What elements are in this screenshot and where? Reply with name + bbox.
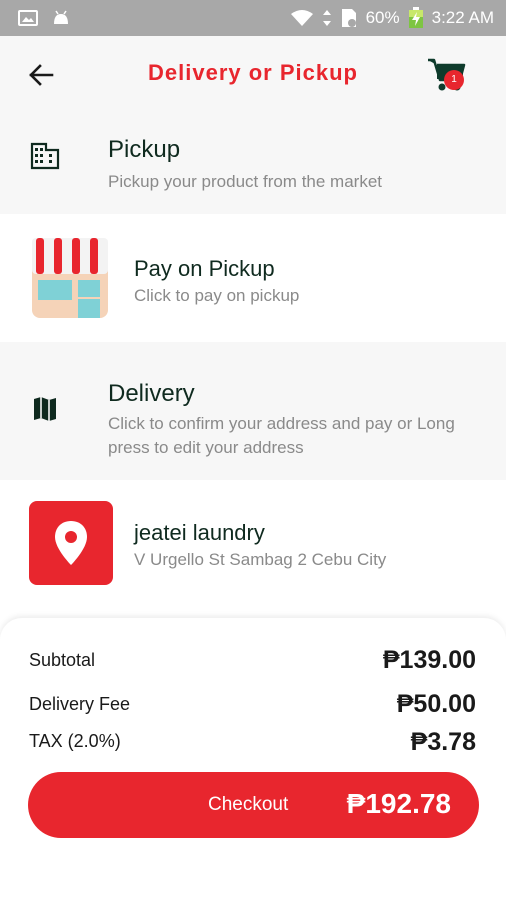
wifi-icon bbox=[290, 10, 313, 26]
delivery-address-option[interactable]: jeatei laundry V Urgello St Sambag 2 Ceb… bbox=[0, 480, 506, 606]
delivery-fee-label: Delivery Fee bbox=[29, 694, 131, 714]
delivery-subtitle: Click to confirm your address and pay or… bbox=[108, 414, 455, 457]
pickup-section: Pickup Pickup your product from the mark… bbox=[0, 116, 506, 214]
pay-on-pickup-title: Pay on Pickup bbox=[134, 256, 275, 281]
building-icon bbox=[30, 142, 60, 170]
cart-badge: 1 bbox=[444, 70, 464, 90]
battery-percent: 60% bbox=[365, 8, 400, 27]
location-pin-icon bbox=[55, 521, 87, 565]
checkout-total: ₱192.78 bbox=[346, 788, 451, 819]
android-notification-icon bbox=[54, 10, 68, 24]
delivery-address-title: jeatei laundry bbox=[134, 520, 265, 545]
subtotal-value: ₱139.00 bbox=[382, 646, 476, 674]
sim-icon bbox=[341, 9, 356, 27]
battery-charging-icon bbox=[408, 7, 423, 28]
delivery-section: Delivery Click to confirm your address a… bbox=[0, 342, 506, 480]
data-transfer-icon bbox=[322, 10, 331, 26]
pay-on-pickup-option[interactable]: Pay on Pickup Click to pay on pickup bbox=[0, 214, 506, 340]
delivery-title: Delivery bbox=[108, 380, 195, 407]
subtotal-label: Subtotal bbox=[29, 650, 96, 670]
gallery-notification-icon bbox=[18, 10, 38, 26]
delivery-address-subtitle: V Urgello St Sambag 2 Cebu City bbox=[134, 550, 387, 569]
status-bar: 60% 3:22 AM bbox=[0, 0, 506, 36]
pickup-subtitle: Pickup your product from the market bbox=[108, 172, 383, 191]
storefront-icon bbox=[32, 238, 108, 318]
delivery-fee-value: ₱50.00 bbox=[396, 690, 476, 718]
checkout-button[interactable]: Checkout ₱192.78 bbox=[28, 772, 479, 838]
location-tile bbox=[29, 501, 113, 585]
map-icon bbox=[34, 397, 56, 421]
checkout-label: Checkout bbox=[208, 794, 289, 815]
tax-value: ₱3.78 bbox=[410, 728, 476, 756]
tax-label: TAX (2.0%) bbox=[29, 731, 121, 751]
pickup-title: Pickup bbox=[108, 136, 181, 163]
clock: 3:22 AM bbox=[431, 8, 494, 27]
pay-on-pickup-subtitle: Click to pay on pickup bbox=[134, 286, 300, 305]
app-header: Delivery or Pickup 1 bbox=[0, 36, 506, 116]
